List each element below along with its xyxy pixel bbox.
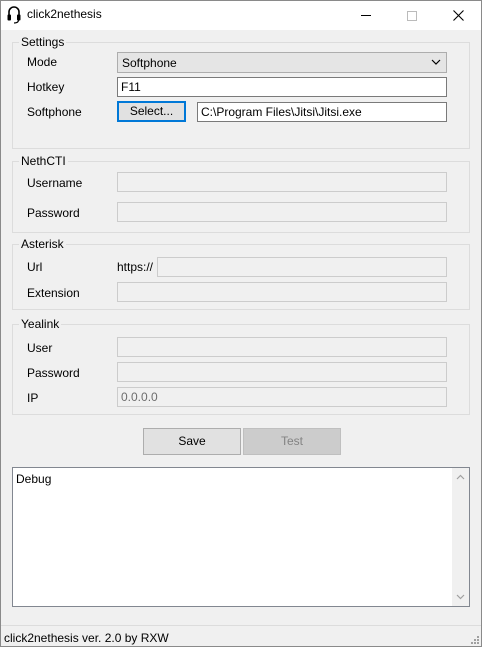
hotkey-field[interactable]: F11 bbox=[117, 77, 447, 97]
scroll-down-icon[interactable] bbox=[455, 591, 466, 602]
yealink-legend: Yealink bbox=[19, 317, 62, 331]
yealink-password-label: Password bbox=[27, 366, 80, 380]
status-text: click2nethesis ver. 2.0 by RXW bbox=[4, 631, 169, 645]
nethcti-username-field[interactable] bbox=[117, 172, 447, 192]
chevron-down-icon bbox=[431, 59, 441, 65]
test-button[interactable]: Test bbox=[243, 428, 341, 455]
mode-label: Mode bbox=[27, 55, 58, 69]
asterisk-url-prefix: https:// bbox=[117, 260, 154, 274]
scroll-up-icon[interactable] bbox=[455, 472, 466, 483]
window-title: click2nethesis bbox=[27, 7, 102, 21]
softphone-path-field[interactable]: C:\Program Files\Jitsi\Jitsi.exe bbox=[197, 102, 447, 122]
asterisk-legend: Asterisk bbox=[19, 237, 66, 251]
hotkey-label: Hotkey bbox=[27, 80, 65, 94]
settings-legend: Settings bbox=[19, 35, 67, 49]
minimize-button[interactable] bbox=[343, 1, 389, 30]
minimize-icon bbox=[361, 15, 371, 16]
close-button[interactable] bbox=[435, 1, 481, 30]
app-window: click2nethesis Settings Mode Softphone H… bbox=[0, 0, 482, 647]
asterisk-url-label: Url bbox=[27, 260, 43, 274]
nethcti-password-field[interactable] bbox=[117, 202, 447, 222]
status-bar: click2nethesis ver. 2.0 by RXW bbox=[1, 625, 481, 646]
yealink-user-field[interactable] bbox=[117, 337, 447, 357]
debug-text: Debug bbox=[16, 472, 52, 486]
maximize-icon bbox=[407, 10, 417, 21]
yealink-ip-field[interactable]: 0.0.0.0 bbox=[117, 387, 447, 407]
debug-textarea[interactable]: Debug bbox=[12, 467, 470, 607]
nethcti-legend: NethCTI bbox=[19, 154, 68, 168]
close-icon bbox=[452, 10, 464, 21]
nethcti-username-label: Username bbox=[27, 176, 83, 190]
mode-select[interactable]: Softphone bbox=[117, 52, 447, 73]
debug-scrollbar[interactable] bbox=[452, 468, 469, 606]
save-button[interactable]: Save bbox=[143, 428, 241, 455]
mode-select-value: Softphone bbox=[122, 56, 177, 70]
asterisk-extension-label: Extension bbox=[27, 286, 80, 300]
maximize-button[interactable] bbox=[389, 1, 435, 30]
yealink-ip-label: IP bbox=[27, 391, 39, 405]
title-bar: click2nethesis bbox=[1, 1, 481, 30]
nethcti-password-label: Password bbox=[27, 206, 80, 220]
softphone-label: Softphone bbox=[27, 105, 82, 119]
select-softphone-button[interactable]: Select... bbox=[117, 101, 186, 122]
asterisk-url-field[interactable] bbox=[157, 257, 447, 277]
headset-icon bbox=[7, 6, 21, 24]
yealink-password-field[interactable] bbox=[117, 362, 447, 382]
yealink-user-label: User bbox=[27, 341, 53, 355]
resize-grip-icon[interactable] bbox=[469, 634, 479, 644]
asterisk-extension-field[interactable] bbox=[117, 282, 447, 302]
